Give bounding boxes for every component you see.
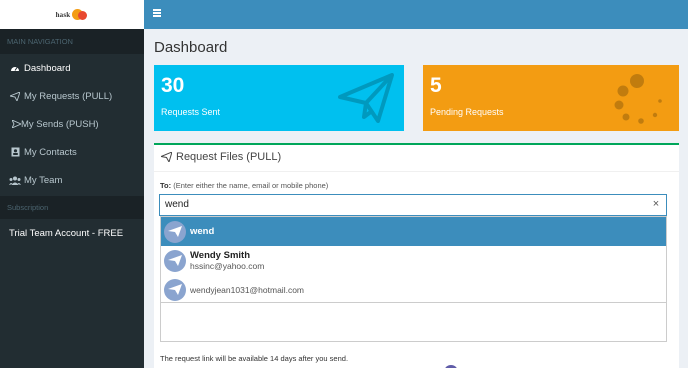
request-files-panel: Request Files (PULL) To: (Enter either t… (154, 143, 679, 368)
message-textarea[interactable] (160, 303, 667, 342)
team-icon (9, 175, 21, 185)
send-icon (12, 119, 21, 129)
suggestion-dropdown: wend Wendy Smith hssinc@yahoo.com wendyj… (160, 216, 667, 303)
divider (154, 171, 679, 172)
suggestion-name: wend (190, 226, 215, 237)
paper-plane-avatar-icon (164, 220, 186, 243)
logo-mark-icon (72, 8, 88, 22)
paper-plane-avatar-icon (164, 278, 186, 301)
sidebar-item-my-team[interactable]: My Team (0, 166, 144, 194)
paper-plane-icon (161, 152, 172, 162)
sidebar-item-dashboard[interactable]: Dashboard (0, 54, 144, 82)
page-title: Dashboard (154, 39, 228, 56)
sidebar-item-label: Dashboard (24, 62, 71, 74)
suggestion-item[interactable]: wendyjean1031@hotmail.com (161, 275, 666, 304)
sidebar-item-my-contacts[interactable]: My Contacts (0, 138, 144, 166)
paper-plane-icon (9, 91, 21, 101)
suggestion-item[interactable]: wend (161, 217, 666, 246)
sidebar-item-label: My Contacts (24, 146, 77, 158)
stat-box-requests-sent[interactable]: 30 Requests Sent (154, 65, 404, 131)
nav-header: MAIN NAVIGATION (0, 29, 144, 54)
panel-title: Request Files (PULL) (161, 151, 281, 163)
sidebar-item-my-sends[interactable]: My Sends (PUSH) (0, 110, 144, 138)
spinner-icon (614, 74, 662, 124)
to-label: To: (Enter either the name, email or mob… (160, 181, 328, 190)
expiry-note: The request link will be available 14 da… (160, 354, 349, 363)
panel-title-text: Request Files (PULL) (176, 151, 282, 163)
clear-icon[interactable]: × (650, 198, 662, 210)
suggestion-email: hssinc@yahoo.com (190, 261, 265, 271)
logo-text: hask (55, 10, 71, 19)
to-hint: (Enter either the name, email or mobile … (173, 181, 329, 190)
suggestion-name: Wendy Smith (190, 250, 250, 261)
paper-plane-icon (338, 73, 394, 123)
sidebar-item-label: My Sends (PUSH) (21, 118, 99, 130)
dashboard-icon (9, 63, 21, 73)
to-label-text: To: (160, 181, 172, 190)
sidebar-item-my-requests[interactable]: My Requests (PULL) (0, 82, 144, 110)
stat-value: 5 (430, 74, 442, 97)
sidebar-item-label: My Requests (PULL) (24, 90, 113, 102)
stat-label: Pending Requests (430, 107, 504, 117)
subscription-header: Subscription (0, 196, 144, 219)
menu-toggle-icon[interactable] (153, 9, 161, 17)
suggestion-email: wendyjean1031@hotmail.com (190, 284, 304, 295)
stat-box-pending-requests[interactable]: 5 Pending Requests (423, 65, 679, 131)
paper-plane-avatar-icon (164, 249, 186, 272)
sidebar-item-label: My Team (24, 174, 63, 186)
sidebar-item-subscription[interactable]: Trial Team Account - FREE (0, 219, 144, 247)
stat-value: 30 (161, 74, 185, 97)
top-navbar (144, 0, 688, 29)
suggestion-item[interactable]: Wendy Smith hssinc@yahoo.com (161, 246, 666, 275)
main-content: Dashboard 30 Requests Sent 5 Pending Req… (144, 29, 688, 368)
recipient-search-input[interactable]: wend (159, 194, 667, 216)
sidebar: hask MAIN NAVIGATION Dashboard My Reques… (0, 0, 144, 368)
stat-label: Requests Sent (161, 107, 221, 117)
logo[interactable]: hask (0, 0, 144, 29)
contacts-icon (9, 147, 21, 157)
